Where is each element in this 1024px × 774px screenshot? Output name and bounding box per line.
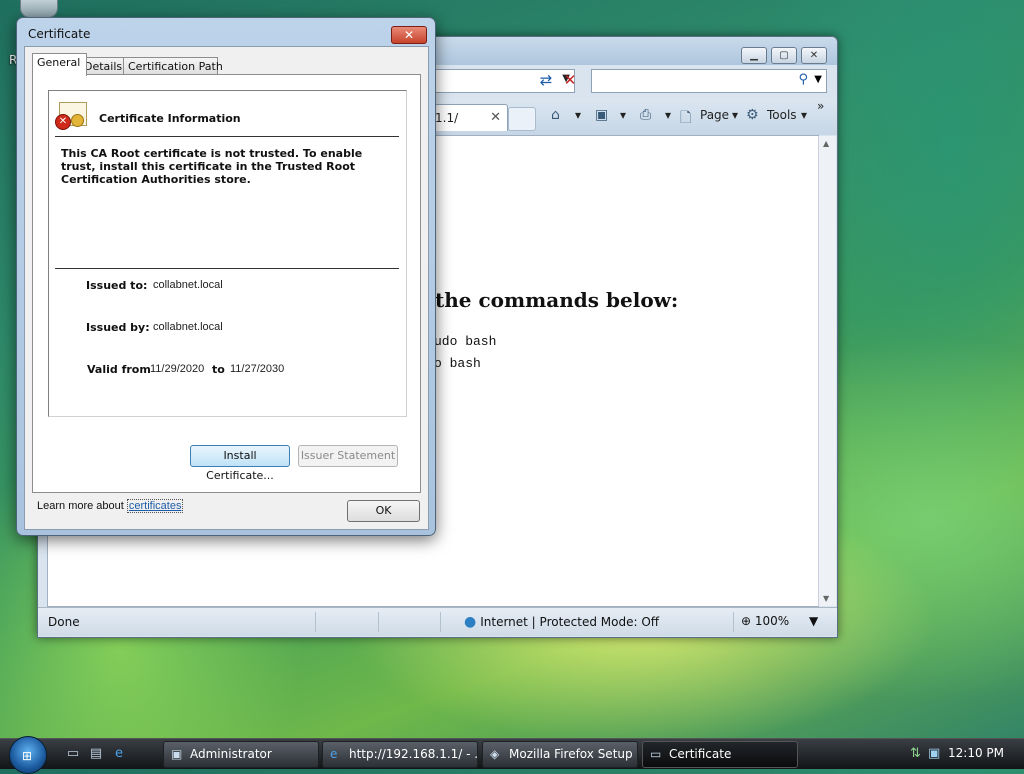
search-icon[interactable]: ⚲ xyxy=(798,72,808,87)
valid-from-value: 11/29/2020 xyxy=(150,363,205,375)
install-certificate-button[interactable]: Install Certificate... xyxy=(190,445,290,482)
home-icon[interactable]: ⌂ xyxy=(551,107,560,123)
chevron-down-icon[interactable]: ▼ xyxy=(809,614,818,628)
status-divider xyxy=(733,612,734,632)
issued-to-label: Issued to: xyxy=(86,279,148,292)
refresh-icon[interactable]: ⇄ xyxy=(536,69,556,91)
valid-to-value: 11/27/2030 xyxy=(230,363,285,375)
internet-explorer-icon: e xyxy=(330,747,338,761)
task-label: Administrator xyxy=(190,747,272,761)
general-panel: ✕ Certificate Information This CA Root c… xyxy=(32,74,421,513)
gear-icon[interactable]: ⚙ xyxy=(746,107,759,123)
taskbar-item-firefox-setup[interactable]: ◈ Mozilla Firefox Setup xyxy=(482,741,638,768)
new-tab-button[interactable] xyxy=(508,107,536,131)
zone-label: Internet | Protected Mode: Off xyxy=(480,615,660,629)
start-button[interactable]: ⊞ xyxy=(9,736,47,774)
network-icon[interactable]: ⇅ xyxy=(910,746,921,761)
certificate-error-icon: ✕ xyxy=(55,102,87,130)
learn-more-text: Learn more about certificates xyxy=(37,499,184,513)
command-prompt-icon: ▣ xyxy=(171,747,183,761)
globe-icon: ● xyxy=(464,614,477,630)
divider xyxy=(55,136,399,137)
show-desktop-icon[interactable]: ▭ xyxy=(64,745,82,763)
certificate-icon: ▭ xyxy=(650,747,662,761)
page-menu[interactable]: Page xyxy=(700,108,729,122)
close-icon[interactable]: ✕ xyxy=(490,110,501,125)
chevron-down-icon[interactable]: ▼ xyxy=(814,74,822,85)
task-label: http://192.168.1.1/ - ... xyxy=(349,747,478,761)
chevron-down-icon[interactable]: ▾ xyxy=(620,108,626,122)
info-title: Certificate Information xyxy=(99,112,241,125)
valid-from-label: Valid from xyxy=(87,363,151,376)
task-label: Certificate xyxy=(669,747,732,761)
status-divider xyxy=(378,612,379,632)
vertical-scrollbar[interactable]: ▲ ▼ xyxy=(818,136,836,606)
zoom-level[interactable]: ⊕ 100% ▼ xyxy=(741,614,818,628)
dialog-title: Certificate xyxy=(28,27,91,41)
chevron-down-icon[interactable]: ▾ xyxy=(575,108,581,122)
code-line: udo bash xyxy=(434,334,497,349)
certificate-info-box: ✕ Certificate Information This CA Root c… xyxy=(48,90,407,417)
scroll-down-icon[interactable]: ▼ xyxy=(823,594,829,603)
tab-general[interactable]: General xyxy=(32,53,87,76)
chevron-down-icon[interactable]: ▾ xyxy=(732,108,738,122)
windows-logo-icon: ⊞ xyxy=(22,749,33,763)
dialog-close-button[interactable]: ✕ xyxy=(391,26,427,44)
system-tray: ⇅ ▣ 12:10 PM xyxy=(904,739,1024,769)
dialog-body: General Details Certification Path ✕ Cer… xyxy=(24,46,429,530)
switch-windows-icon[interactable]: ▤ xyxy=(87,745,105,763)
internet-explorer-icon[interactable]: e xyxy=(110,745,128,763)
divider xyxy=(55,268,399,269)
ok-button[interactable]: OK xyxy=(347,500,420,522)
taskbar: ⊞ ▭ ▤ e ▣ Administrator e http://192.168.1… xyxy=(0,736,1024,774)
zoom-icon: ⊕ xyxy=(741,614,752,628)
certificate-dialog[interactable]: Certificate ✕ General Details Certificat… xyxy=(16,17,436,536)
security-zone[interactable]: ● Internet | Protected Mode: Off xyxy=(464,614,659,630)
taskbar-item-ie[interactable]: e http://192.168.1.1/ - ... xyxy=(322,741,478,768)
minimize-button[interactable]: ▁ xyxy=(741,47,767,64)
issuer-statement-button[interactable]: Issuer Statement xyxy=(298,445,398,467)
chevron-down-icon[interactable]: ▾ xyxy=(665,108,671,122)
issued-by-label: Issued by: xyxy=(86,321,150,334)
chevron-down-icon[interactable]: ▾ xyxy=(801,108,807,122)
trust-warning: This CA Root certificate is not trusted.… xyxy=(61,147,363,186)
task-label: Mozilla Firefox Setup xyxy=(509,747,633,761)
tools-menu[interactable]: Tools xyxy=(767,108,797,122)
print-icon[interactable]: ⎙ xyxy=(640,107,651,123)
installer-icon: ◈ xyxy=(490,747,500,761)
page-icon[interactable]: 🗋 xyxy=(680,107,691,131)
clock[interactable]: 12:10 PM xyxy=(948,746,1004,760)
zoom-label: 100% xyxy=(754,614,790,628)
status-text: Done xyxy=(48,615,80,629)
status-bar: Done ● Internet | Protected Mode: Off ⊕ 1… xyxy=(38,607,837,636)
learn-more-prefix: Learn more about xyxy=(37,500,124,512)
scroll-up-icon[interactable]: ▲ xyxy=(823,139,829,148)
taskbar-item-certificate[interactable]: ▭ Certificate xyxy=(642,741,798,768)
status-divider xyxy=(315,612,316,632)
close-button[interactable]: ✕ xyxy=(801,47,827,64)
taskbar-item-administrator[interactable]: ▣ Administrator xyxy=(163,741,319,768)
maximize-button[interactable]: ▢ xyxy=(771,47,797,64)
feeds-icon[interactable]: ▣ xyxy=(595,107,608,123)
issued-to-value: collabnet.local xyxy=(153,279,223,291)
stop-icon[interactable]: ✕ xyxy=(560,69,580,91)
tab-title: 1.1/ xyxy=(435,111,459,125)
valid-to-label: to xyxy=(212,363,225,376)
code-line: o bash xyxy=(434,356,481,371)
search-input[interactable]: ⚲ ▼ xyxy=(591,69,827,93)
issued-by-value: collabnet.local xyxy=(153,321,223,333)
page-heading: the commands below: xyxy=(435,288,679,312)
certificates-link[interactable]: certificates xyxy=(126,499,184,513)
chevron-right-icon[interactable]: » xyxy=(817,99,824,113)
status-divider xyxy=(440,612,441,632)
connection-icon[interactable]: ▣ xyxy=(928,746,940,761)
